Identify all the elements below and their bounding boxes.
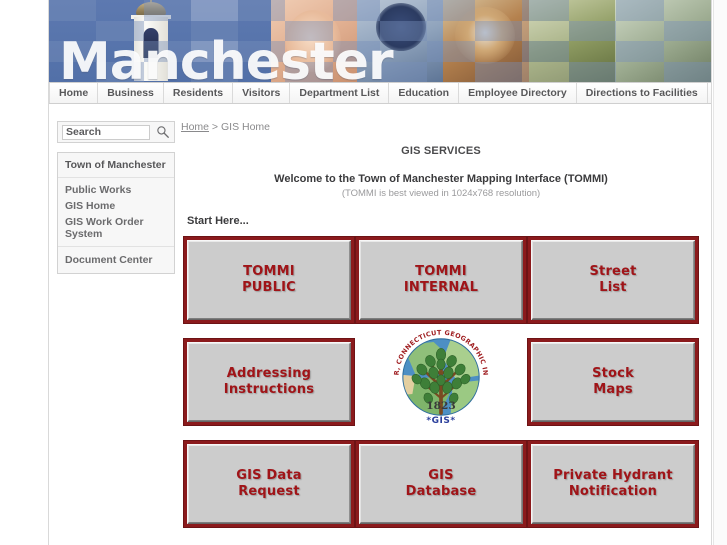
gis-seal-container: 1823 TOWN OF MANCHESTER, CONNECTICUT GEO…	[355, 324, 527, 426]
main-content: Home > GIS Home GIS SERVICES Welcome to …	[175, 121, 711, 528]
gis-button-label-line1: TOMMI	[415, 264, 467, 279]
banner-title: Manchester	[59, 32, 394, 82]
nav-item-business[interactable]: Business	[98, 83, 164, 103]
nav-item-directions-to-facilities[interactable]: Directions to Facilities	[577, 83, 708, 103]
gis-seal-year: 1823	[426, 400, 456, 412]
nav-item-visitors[interactable]: Visitors	[233, 83, 291, 103]
sidebar-item-public-works[interactable]: Public Works	[58, 182, 174, 198]
content-wrapper: Town of Manchester Public WorksGIS HomeG…	[49, 104, 711, 528]
gis-button-grid: TOMMI PUBLIC TOMMI INTERNAL Street List …	[181, 236, 701, 528]
gis-button-label-line2: PUBLIC	[242, 280, 296, 295]
gis-button-street-list[interactable]: Street List	[527, 236, 699, 324]
gis-button-row-2: Addressing Instructions 1823 R, CONNECTI…	[183, 324, 699, 426]
nav-filler	[708, 83, 711, 103]
gis-button-label-line1: Private Hydrant	[553, 468, 673, 483]
breadcrumb: Home > GIS Home	[181, 121, 701, 133]
gis-button-label-line1: GIS Data	[236, 468, 302, 483]
page-title: GIS SERVICES	[401, 145, 481, 157]
gis-button-label-line2: Instructions	[223, 382, 315, 397]
start-here-label: Start Here...	[187, 215, 249, 227]
gis-button-addressing-instructions[interactable]: Addressing Instructions	[183, 338, 355, 426]
sidebar: Town of Manchester Public WorksGIS HomeG…	[49, 121, 175, 528]
sidebar-link-list: Public Works GIS Home GIS Work Order Syste…	[58, 178, 174, 247]
gis-button-label-line1: Stock	[592, 366, 634, 381]
sidebar-item-gis-home[interactable]: GIS Home	[58, 198, 174, 214]
gis-button-label-line1: TOMMI	[243, 264, 295, 279]
nav-item-department-list[interactable]: Department List	[290, 83, 390, 103]
breadcrumb-separator: >	[209, 121, 221, 133]
gis-button-tommi-public[interactable]: TOMMI PUBLIC	[183, 236, 355, 324]
breadcrumb-home[interactable]: Home	[181, 121, 209, 133]
gis-button-gis-data-request[interactable]: GIS Data Request	[183, 440, 355, 528]
gis-button-label-line2: Notification	[568, 484, 658, 499]
gis-button-label-line2: Maps	[593, 382, 633, 397]
gis-button-label-line1: Addressing	[226, 366, 312, 381]
gis-button-label-line1: GIS	[428, 468, 454, 483]
gis-button-label-line1: Street	[589, 264, 637, 279]
page-right-gutter	[713, 0, 727, 545]
gis-button-label-line2: List	[599, 280, 627, 295]
gis-button-stock-maps[interactable]: Stock Maps	[527, 338, 699, 426]
welcome-subtext: (TOMMI is best viewed in 1024x768 resolu…	[341, 188, 541, 199]
page-frame: Manchester Home Business Residents Visitors…	[48, 0, 712, 545]
breadcrumb-current: GIS Home	[220, 121, 270, 133]
gis-button-private-hydrant-notification[interactable]: Private Hydrant Notification	[527, 440, 699, 528]
site-banner: Manchester	[49, 0, 711, 82]
gis-seal-icon: 1823 TOWN OF MANCHESTER, CONNECTICUT GEO…	[384, 324, 489, 420]
sidebar-footer-group: Document Center	[58, 247, 174, 273]
main-navigation: Home Business Residents Visitors Department …	[49, 82, 711, 104]
search-container	[57, 121, 175, 143]
nav-item-residents[interactable]: Residents	[164, 83, 234, 103]
search-input[interactable]	[62, 124, 150, 140]
welcome-heading: Welcome to the Town of Manchester Mappin…	[274, 173, 608, 185]
nav-item-employee-directory[interactable]: Employee Directory	[459, 83, 577, 103]
nav-item-home[interactable]: Home	[49, 83, 99, 103]
sidebar-box-header: Town of Manchester	[58, 153, 174, 178]
gis-button-row-1: TOMMI PUBLIC TOMMI INTERNAL Street List	[183, 236, 699, 324]
gis-button-gis-database[interactable]: GIS Database	[355, 440, 527, 528]
nav-item-education[interactable]: Education	[389, 83, 460, 103]
sidebar-item-document-center[interactable]: Document Center	[58, 252, 174, 268]
gis-button-label-line2: INTERNAL	[403, 280, 479, 295]
magnifier-icon[interactable]	[156, 125, 170, 139]
sidebar-box: Town of Manchester Public Works GIS Home G…	[57, 152, 175, 274]
gis-seal-caption: *GIS*	[426, 416, 456, 426]
gis-button-tommi-internal[interactable]: TOMMI INTERNAL	[355, 236, 527, 324]
sidebar-item-gis-work-order-system[interactable]: GIS Work Order System	[58, 214, 174, 242]
gis-button-row-3: GIS Data Request GIS Database Private Hy…	[183, 440, 699, 528]
gis-button-label-line2: Request	[238, 484, 300, 499]
gis-button-label-line2: Database	[405, 484, 477, 499]
